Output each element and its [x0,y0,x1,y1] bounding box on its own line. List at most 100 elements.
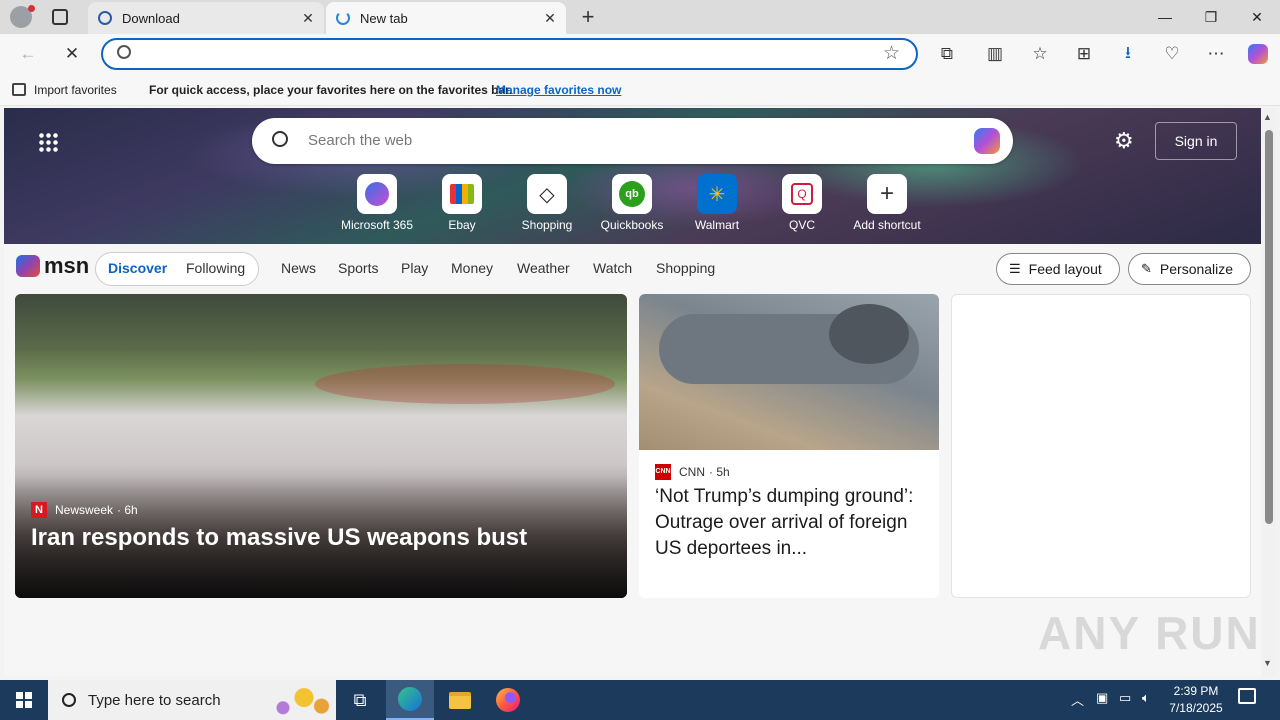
search-input[interactable]: Search the web [308,132,412,149]
profile-badge-icon [28,5,35,12]
favorites-bar: Import favorites For quick access, place… [0,74,1280,106]
news-card-main[interactable]: N Newsweek · 6h Iran responds to massive… [15,294,627,598]
scroll-up-arrow-icon[interactable]: ▲ [1263,112,1272,122]
manage-favorites-link[interactable]: Manage favorites now [496,83,621,97]
scrollbar-thumb[interactable] [1265,130,1273,524]
notifications-icon[interactable] [1238,688,1256,704]
task-view-icon[interactable]: ⧉ [336,680,384,720]
file-explorer-icon[interactable] [436,680,484,720]
firefox-icon[interactable] [484,680,532,720]
shortcut-label: QVC [788,218,815,232]
feed-layout-button[interactable]: ☰ Feed layout [996,253,1120,285]
msn-logo-text: msn [44,253,90,278]
shortcut-label: Shopping [521,218,573,232]
shortcut-ebay[interactable]: Ebay [422,174,502,232]
nav-shopping[interactable]: Shopping [656,260,715,276]
nav-news[interactable]: News [281,260,316,276]
shortcut-qvc[interactable]: Q QVC [762,174,842,232]
news-source: CNN [679,465,705,479]
news-headline[interactable]: ‘Not Trump’s dumping ground’: Outrage ov… [655,484,925,562]
feed-layout-label: Feed layout [1028,261,1102,277]
settings-gear-icon[interactable]: ⚙ [1114,128,1134,154]
tab-download[interactable]: Download ✕ [88,2,324,34]
new-tab-button[interactable]: + [576,4,600,30]
back-arrow-icon[interactable]: ← [12,38,44,70]
volume-icon[interactable]: 🔈︎ [1142,690,1150,706]
news-age: · 5h [709,465,730,479]
split-screen-icon[interactable]: ▥ [979,38,1011,70]
tab-following[interactable]: Following [186,260,245,276]
app-launcher-icon[interactable] [38,132,58,152]
nav-sports[interactable]: Sports [338,260,378,276]
settings-more-icon[interactable]: ⋯ [1200,38,1232,70]
ebay-icon [442,174,482,214]
import-favorites-icon [12,83,26,96]
sliders-icon: ☰ [1009,261,1021,276]
favorite-star-icon[interactable]: ☆ [883,42,900,65]
tab-title: New tab [360,10,408,26]
microsoft-365-icon [357,174,397,214]
minimize-button[interactable]: — [1142,0,1188,34]
copilot-icon[interactable] [1242,38,1274,70]
windows-start-icon[interactable] [0,680,48,720]
close-tab-icon[interactable]: ✕ [300,10,316,26]
browser-essentials-icon[interactable]: ♡ [1156,38,1188,70]
address-input[interactable] [143,44,843,64]
anyrun-watermark: ANY RUN [1038,607,1261,659]
close-tab-icon[interactable]: ✕ [542,10,558,26]
stop-loading-icon[interactable]: ✕ [56,38,88,70]
shortcut-label: Add shortcut [853,218,921,232]
nav-play[interactable]: Play [401,260,428,276]
shortcut-add[interactable]: + Add shortcut [847,174,927,232]
shortcut-shopping[interactable]: ◇ Shopping [507,174,587,232]
address-bar[interactable]: ☆ [101,38,918,70]
favorites-icon[interactable]: ☆ [1024,38,1056,70]
quickbooks-icon: qb [612,174,652,214]
show-hidden-icons[interactable]: ︿ [1071,690,1084,709]
personalize-icon: ✎ [1141,261,1152,276]
tab-new-tab[interactable]: New tab ✕ [326,2,566,34]
scroll-down-arrow-icon[interactable]: ▼ [1263,658,1272,668]
shortcut-quickbooks[interactable]: qb Quickbooks [592,174,672,232]
personalize-button[interactable]: ✎ Personalize [1128,253,1251,285]
downloads-icon[interactable]: ⭳ [1112,38,1144,70]
close-window-button[interactable]: ✕ [1234,0,1280,34]
import-favorites-button[interactable]: Import favorites [34,83,117,97]
msn-logo[interactable]: msn [16,253,89,279]
copilot-icon[interactable] [974,128,1000,154]
sign-in-button[interactable]: Sign in [1155,122,1237,160]
cnn-logo-icon: CNN [655,464,671,480]
search-icon [117,45,131,59]
shortcut-label: Walmart [694,218,740,232]
shopping-tag-icon: ◇ [527,174,567,214]
web-search-box[interactable]: Search the web [252,118,1013,164]
nav-money[interactable]: Money [451,260,493,276]
nav-weather[interactable]: Weather [517,260,570,276]
shortcut-label: Microsoft 365 [340,218,414,232]
taskbar-search-input[interactable]: Type here to search [88,692,221,709]
news-headline[interactable]: Iran responds to massive US weapons bust [31,524,611,552]
source-row: N Newsweek · 6h [31,502,138,518]
shortcut-microsoft-365[interactable]: Microsoft 365 [337,174,417,232]
search-icon [272,131,288,147]
meet-now-icon[interactable]: ▣ [1096,690,1108,706]
network-icon[interactable]: ▭ [1119,690,1131,706]
news-card-placeholder [951,294,1251,598]
qvc-icon: Q [782,174,822,214]
clock[interactable]: 2:39 PM 7/18/2025 [1164,683,1228,717]
news-card-second[interactable]: CNN CNN · 5h ‘Not Trump’s dumping ground… [639,294,939,598]
tab-discover[interactable]: Discover [108,260,167,276]
nav-watch[interactable]: Watch [593,260,632,276]
edge-app-icon[interactable] [386,680,434,720]
restore-button[interactable]: ❐ [1188,0,1234,34]
extensions-icon[interactable]: ⧉ [931,38,963,70]
collections-icon[interactable]: ⊞ [1068,38,1100,70]
source-row: CNN CNN · 5h [655,464,730,480]
shortcut-walmart[interactable]: ✳ Walmart [677,174,757,232]
tab-title: Download [122,10,180,26]
search-icon [62,693,76,707]
loading-spinner-icon [336,11,350,25]
msn-butterfly-icon [16,255,40,277]
search-highlight-flowers [262,684,332,718]
tab-actions-icon[interactable] [52,9,68,25]
